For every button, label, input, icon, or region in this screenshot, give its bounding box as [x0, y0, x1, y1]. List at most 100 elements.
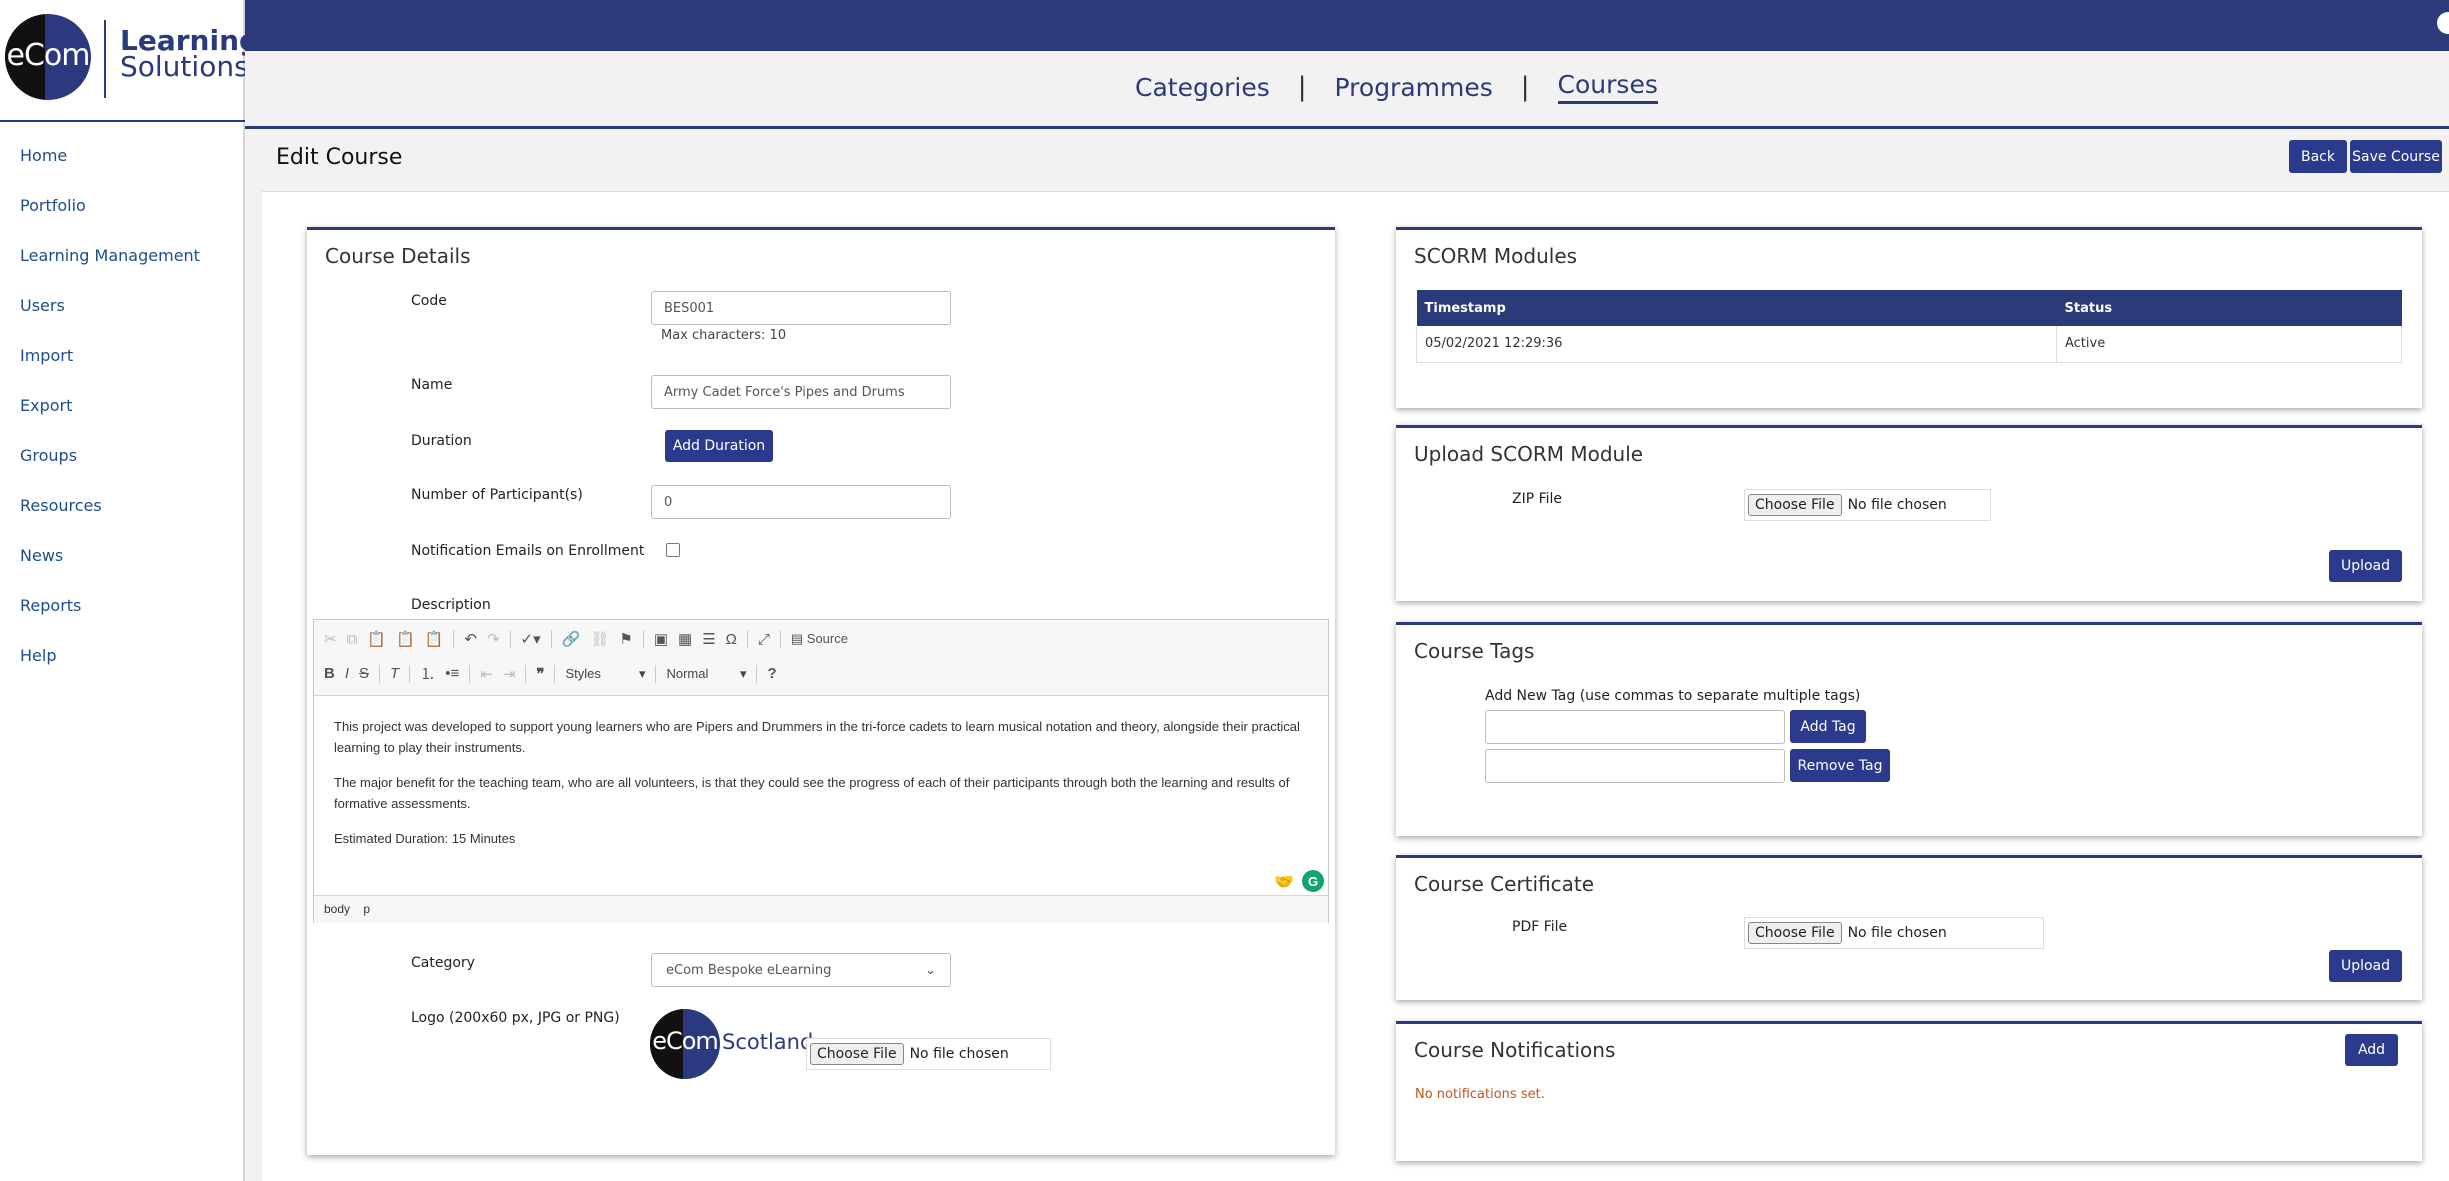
sidebar-item-home[interactable]: Home — [20, 146, 200, 196]
choose-file-button[interactable]: Choose File — [810, 1043, 904, 1065]
choose-file-button[interactable]: Choose File — [1748, 494, 1842, 516]
bold-icon[interactable]: B — [324, 665, 335, 682]
editor-toolbar: ✂ ⧉ 📋 📋 📋 ↶ ↷ ✓▾ 🔗 ⛓ ⚑ ▣ ▦ ☰ Ω ⤢ ▤ Sourc… — [314, 620, 1328, 696]
notify-label: Notification Emails on Enrollment — [411, 543, 645, 559]
sidebar-item-groups[interactable]: Groups — [20, 446, 200, 496]
remove-format-icon[interactable]: T — [390, 665, 399, 682]
upload-scorm-title: Upload SCORM Module — [1414, 442, 1644, 466]
editor-paragraph: Estimated Duration: 15 Minutes — [334, 831, 516, 846]
unlink-icon[interactable]: ⛓ — [590, 630, 609, 648]
course-notifications-panel: Course Notifications — [1396, 1021, 2422, 1161]
anchor-icon[interactable]: ⚑ — [619, 630, 632, 648]
help-icon[interactable]: ? — [767, 665, 776, 682]
zip-file-input[interactable]: Choose File No file chosen — [1744, 489, 1991, 521]
user-avatar-icon[interactable] — [2437, 12, 2449, 34]
maximize-icon[interactable]: ⤢ — [758, 631, 770, 648]
description-label: Description — [411, 597, 491, 613]
tab-categories[interactable]: Categories — [1135, 73, 1270, 102]
copy-icon[interactable]: ⧉ — [347, 631, 358, 648]
add-notification-button[interactable]: Add — [2345, 1034, 2398, 1066]
italic-icon[interactable]: I — [345, 665, 349, 682]
sidebar-item-users[interactable]: Users — [20, 296, 200, 346]
outdent-icon[interactable]: ⇤ — [480, 665, 493, 683]
source-button[interactable]: ▤ Source — [791, 631, 848, 647]
path-body[interactable]: body — [324, 902, 350, 916]
top-bar — [245, 0, 2449, 51]
participants-label: Number of Participant(s) — [411, 487, 583, 503]
styles-dropdown[interactable]: Styles ▾ — [565, 666, 645, 682]
tab-programmes[interactable]: Programmes — [1335, 73, 1493, 102]
editor-content[interactable]: This project was developed to support yo… — [334, 716, 1319, 863]
logo-file-input[interactable]: Choose File No file chosen — [806, 1038, 1051, 1070]
course-notifications-title: Course Notifications — [1414, 1038, 1616, 1062]
remove-tag-input[interactable] — [1485, 749, 1785, 783]
paste-word-icon[interactable]: 📋 — [425, 630, 444, 648]
pdf-file-input[interactable]: Choose File No file chosen — [1744, 917, 2044, 949]
cut-icon[interactable]: ✂ — [324, 630, 337, 648]
sidebar-item-portfolio[interactable]: Portfolio — [20, 196, 200, 246]
back-button[interactable]: Back — [2289, 140, 2347, 173]
editor-paragraph: This project was developed to support yo… — [334, 719, 1300, 755]
editor-path-bar: body p — [314, 895, 1328, 923]
notify-checkbox[interactable] — [666, 543, 680, 557]
category-select[interactable]: eCom Bespoke eLearning ⌄ — [651, 953, 951, 987]
code-input[interactable]: BES001 — [651, 291, 951, 325]
add-tag-label: Add New Tag (use commas to separate mult… — [1485, 688, 1861, 704]
spellcheck-icon[interactable]: ✓▾ — [521, 630, 541, 648]
upload-scorm-button[interactable]: Upload — [2329, 550, 2402, 582]
sidebar-item-news[interactable]: News — [20, 546, 200, 596]
zip-file-label: ZIP File — [1512, 491, 1563, 507]
blockquote-icon[interactable]: ❞ — [536, 665, 544, 683]
participants-input[interactable]: 0 — [651, 485, 951, 519]
column-header-status[interactable]: Status — [2056, 290, 2402, 326]
add-tag-input[interactable] — [1485, 710, 1785, 744]
path-p[interactable]: p — [363, 902, 370, 916]
sub-navigation: Categories | Programmes | Courses — [245, 51, 2449, 129]
paste-text-icon[interactable]: 📋 — [396, 630, 415, 648]
category-label: Category — [411, 955, 475, 971]
format-dropdown[interactable]: Normal ▾ — [666, 666, 746, 682]
choose-file-button[interactable]: Choose File — [1748, 922, 1842, 944]
course-certificate-title: Course Certificate — [1414, 872, 1595, 896]
remove-tag-button[interactable]: Remove Tag — [1790, 749, 1890, 782]
image-icon[interactable]: ▣ — [654, 630, 668, 648]
sidebar-item-import[interactable]: Import — [20, 346, 200, 396]
nav-separator: | — [1520, 72, 1530, 102]
name-input[interactable]: Army Cadet Force's Pipes and Drums — [651, 375, 951, 409]
numbered-list-icon[interactable]: ⒈ — [420, 663, 435, 684]
link-icon[interactable]: 🔗 — [562, 630, 581, 648]
logo-label: Logo (200x60 px, JPG or PNG) — [411, 1010, 620, 1026]
brand-logo[interactable]: eCom Learning Solutions — [0, 0, 259, 122]
sidebar-nav: Home Portfolio Learning Management Users… — [20, 146, 200, 696]
column-header-timestamp[interactable]: Timestamp — [1416, 290, 2057, 326]
add-duration-button[interactable]: Add Duration — [665, 430, 773, 462]
strike-icon[interactable]: S — [359, 665, 369, 682]
sidebar-item-help[interactable]: Help — [20, 646, 200, 696]
code-hint: Max characters: 10 — [661, 328, 787, 343]
horizontal-line-icon[interactable]: ☰ — [702, 630, 715, 648]
handshake-icon[interactable]: 🤝 — [1274, 872, 1294, 892]
indent-icon[interactable]: ⇥ — [503, 665, 516, 683]
table-icon[interactable]: ▦ — [678, 630, 692, 648]
grammarly-icon[interactable]: G — [1302, 870, 1324, 892]
status-cell: Active — [2056, 326, 2402, 363]
bulleted-list-icon[interactable]: •≡ — [445, 665, 459, 682]
sidebar-item-learning-management[interactable]: Learning Management — [20, 246, 200, 296]
description-editor[interactable]: ✂ ⧉ 📋 📋 📋 ↶ ↷ ✓▾ 🔗 ⛓ ⚑ ▣ ▦ ☰ Ω ⤢ ▤ Sourc… — [313, 619, 1329, 923]
paste-icon[interactable]: 📋 — [367, 630, 386, 648]
special-char-icon[interactable]: Ω — [726, 631, 737, 648]
tab-courses[interactable]: Courses — [1557, 70, 1658, 104]
course-details-title: Course Details — [325, 244, 471, 268]
course-tags-title: Course Tags — [1414, 639, 1535, 663]
sidebar-item-reports[interactable]: Reports — [20, 596, 200, 646]
table-row[interactable]: 05/02/2021 12:29:36 Active — [1416, 326, 2402, 363]
sidebar-item-export[interactable]: Export — [20, 396, 200, 446]
upload-certificate-button[interactable]: Upload — [2329, 950, 2402, 982]
redo-icon[interactable]: ↷ — [487, 630, 500, 648]
sidebar-item-resources[interactable]: Resources — [20, 496, 200, 546]
save-course-button[interactable]: Save Course — [2350, 140, 2442, 173]
undo-icon[interactable]: ↶ — [464, 630, 477, 648]
add-tag-button[interactable]: Add Tag — [1790, 710, 1866, 743]
no-notifications-text: No notifications set. — [1415, 1087, 1545, 1102]
logo-wordmark: Learning Solutions — [120, 24, 260, 83]
